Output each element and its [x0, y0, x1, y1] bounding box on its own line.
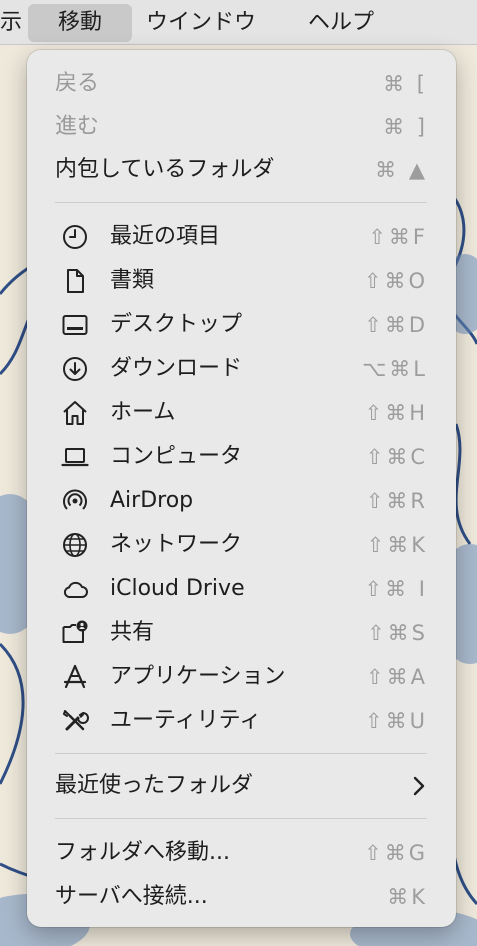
airdrop-icon: [61, 487, 89, 515]
menu-item-label: サーバへ接続...: [55, 884, 208, 909]
menu-item-label: 内包しているフォルダ: [55, 157, 275, 182]
menu-item-shortcut: ⇧⌘D: [364, 313, 428, 337]
menu-item-label: アプリケーション: [110, 664, 286, 689]
menu-item-shortcut: ⇧⌘K: [366, 533, 428, 557]
cloud-icon: [61, 575, 89, 603]
menu-item-shortcut: ⇧⌘H: [364, 401, 428, 425]
chevron-right-icon: [412, 775, 426, 797]
menubar-item-help[interactable]: ヘルプ: [294, 4, 388, 42]
menu-item-icloud-drive[interactable]: iCloud Drive ⇧⌘ I: [27, 569, 456, 609]
menu-separator: [55, 818, 427, 819]
menubar-item-window[interactable]: ウインドウ: [132, 4, 270, 42]
menu-bar: 示 移動 ウインドウ ヘルプ: [0, 0, 477, 45]
menu-item-home[interactable]: ホーム ⇧⌘H: [27, 393, 456, 433]
menu-separator: [55, 202, 427, 203]
menu-item-label: 戻る: [55, 71, 100, 96]
go-menu: 戻る ⌘ [ 進む ⌘ ] 内包しているフォルダ ⌘ ▲ 最近の項目 ⇧⌘F 書…: [27, 50, 456, 927]
menu-item-desktop[interactable]: デスクトップ ⇧⌘D: [27, 305, 456, 345]
utilities-icon: [61, 707, 89, 735]
menu-item-label: ユーティリティ: [110, 708, 262, 733]
menu-item-label: デスクトップ: [110, 312, 243, 337]
menu-item-label: 書類: [110, 268, 155, 293]
menu-item-go-to-folder[interactable]: フォルダへ移動... ⇧⌘G: [27, 833, 456, 873]
document-icon: [61, 267, 89, 295]
menu-item-label: ダウンロード: [110, 356, 243, 381]
menu-item-connect-to-server[interactable]: サーバへ接続... ⌘K: [27, 877, 456, 917]
menu-item-shortcut: ⇧⌘ I: [364, 577, 428, 601]
menu-item-label: 最近使ったフォルダ: [55, 773, 254, 798]
menu-item-shortcut: ⇧⌘C: [365, 445, 428, 469]
menu-item-label: コンピュータ: [110, 444, 243, 469]
menu-item-shortcut: ⇧⌘S: [367, 621, 428, 645]
menu-item-shortcut: ⇧⌘U: [365, 709, 428, 733]
menu-item-shortcut: ⌥⌘L: [362, 357, 428, 381]
menubar-item-go[interactable]: 移動: [28, 4, 132, 42]
menu-item-shared[interactable]: 共有 ⇧⌘S: [27, 613, 456, 653]
menu-item-label: ホーム: [110, 400, 176, 425]
menu-item-computer[interactable]: コンピュータ ⇧⌘C: [27, 437, 456, 477]
menu-item-label: iCloud Drive: [110, 576, 245, 601]
laptop-icon: [61, 443, 89, 471]
clock-icon: [61, 223, 89, 251]
menu-item-utilities[interactable]: ユーティリティ ⇧⌘U: [27, 701, 456, 741]
shared-folder-icon: [61, 619, 89, 647]
menu-item-recents[interactable]: 最近の項目 ⇧⌘F: [27, 217, 456, 257]
menu-item-shortcut: ⇧⌘R: [365, 489, 428, 513]
menu-item-shortcut: ⇧⌘A: [366, 665, 428, 689]
menu-separator: [55, 753, 427, 754]
menu-item-shortcut: ⇧⌘O: [363, 269, 428, 293]
menu-item-label: 進む: [55, 114, 100, 139]
menu-item-airdrop[interactable]: AirDrop ⇧⌘R: [27, 481, 456, 521]
menu-item-label: 共有: [110, 620, 155, 645]
desktop-icon: [61, 311, 89, 339]
menu-item-documents[interactable]: 書類 ⇧⌘O: [27, 261, 456, 301]
menu-item-forward[interactable]: 進む ⌘ ]: [27, 107, 456, 147]
menu-item-shortcut: ⌘ ▲: [375, 158, 428, 182]
menu-item-label: ネットワーク: [110, 532, 243, 557]
menu-item-label: フォルダへ移動...: [55, 840, 230, 865]
menu-item-shortcut: ⌘ ]: [383, 115, 428, 139]
menu-item-shortcut: ⇧⌘G: [364, 841, 428, 865]
menu-item-label: 最近の項目: [110, 224, 221, 249]
menu-item-shortcut: ⌘ [: [383, 72, 428, 96]
download-icon: [61, 355, 89, 383]
menu-item-shortcut: ⇧⌘F: [368, 225, 428, 249]
menu-item-shortcut: ⌘K: [387, 885, 428, 909]
menu-item-applications[interactable]: アプリケーション ⇧⌘A: [27, 657, 456, 697]
home-icon: [61, 399, 89, 427]
menu-item-downloads[interactable]: ダウンロード ⌥⌘L: [27, 349, 456, 389]
menu-item-enclosing-folder[interactable]: 内包しているフォルダ ⌘ ▲: [27, 150, 456, 190]
menu-item-back[interactable]: 戻る ⌘ [: [27, 64, 456, 104]
applications-icon: [61, 663, 89, 691]
globe-icon: [61, 531, 89, 559]
menu-item-network[interactable]: ネットワーク ⇧⌘K: [27, 525, 456, 565]
menu-item-label: AirDrop: [110, 488, 194, 513]
menu-item-recent-folders[interactable]: 最近使ったフォルダ: [27, 766, 456, 806]
